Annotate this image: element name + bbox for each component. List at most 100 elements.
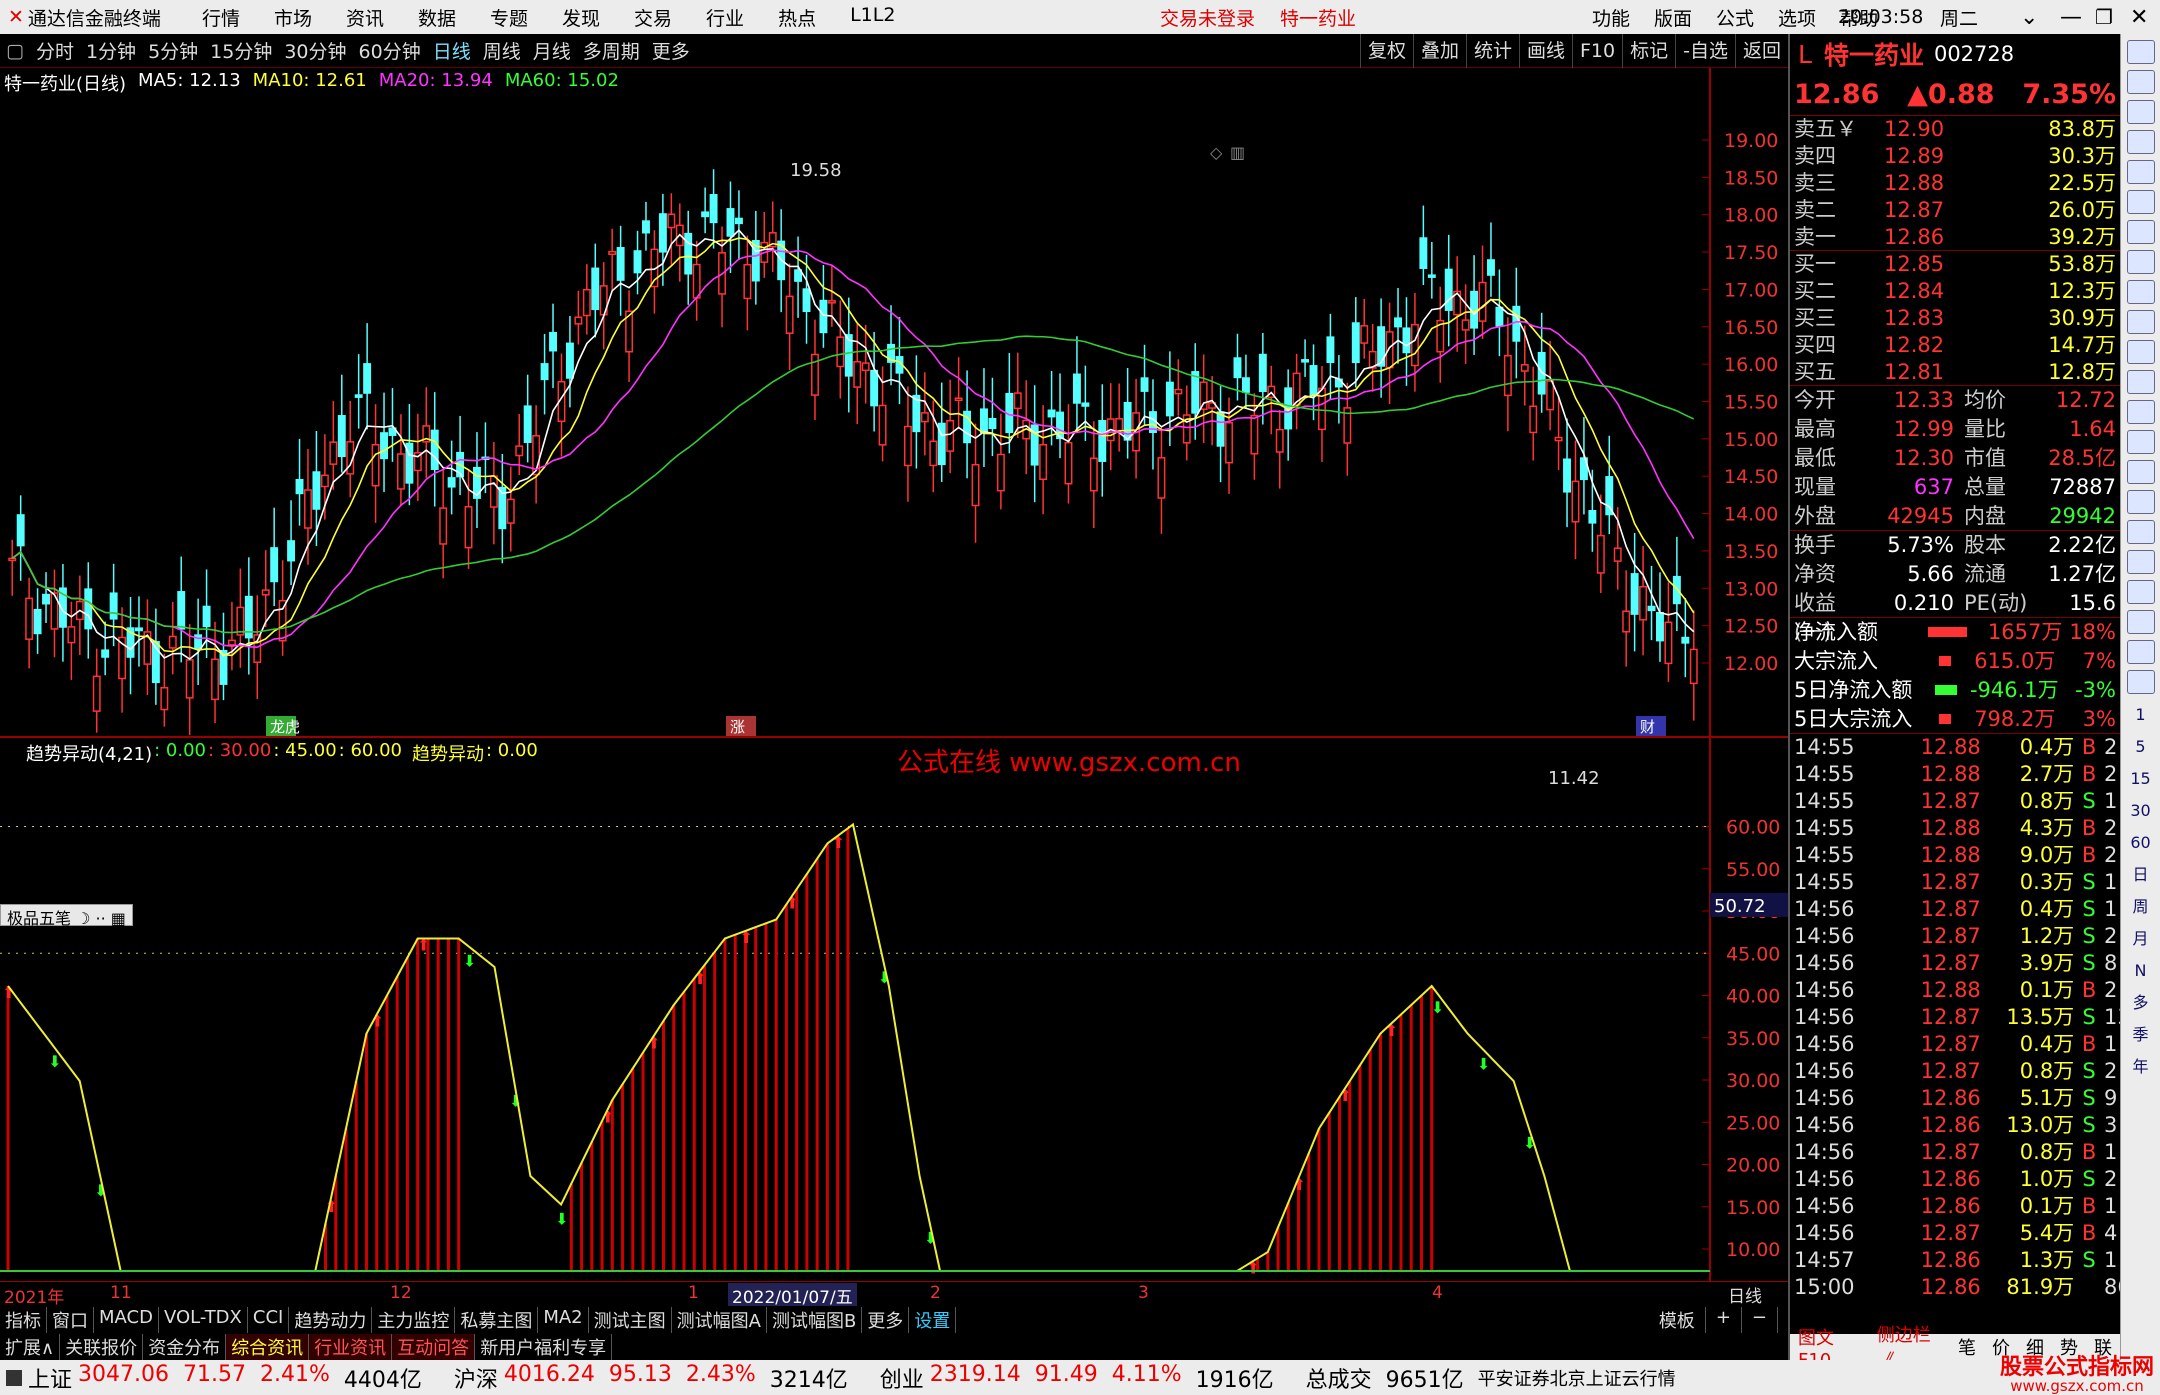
period-tab[interactable]: 30分钟	[278, 37, 352, 64]
clock-icon[interactable]	[2126, 430, 2155, 454]
collapse-icon[interactable]: ▢	[0, 40, 30, 62]
chart-tool-button[interactable]: 叠加	[1412, 33, 1466, 68]
indicator-tab[interactable]: VOL-TDX	[159, 1307, 248, 1333]
chart-tool-button[interactable]: 返回	[1734, 33, 1788, 68]
s-icon[interactable]	[2126, 520, 2155, 544]
ime-toolbar[interactable]: 极品五笔 ☽ ·· ▦	[0, 904, 133, 928]
menu-item[interactable]: 行情	[185, 4, 257, 31]
indicator-tab[interactable]: 测试主图	[589, 1307, 672, 1333]
index-group[interactable]: 创业 2319.14 91.49 4.11% 1916亿	[880, 1362, 1288, 1394]
period-shortcut-button[interactable]: 1	[2127, 700, 2155, 730]
period-tab[interactable]: 5分钟	[142, 37, 204, 64]
f10-icon[interactable]	[2126, 280, 2155, 304]
indicator-tab[interactable]: 指标	[0, 1307, 47, 1333]
info-tab[interactable]: 行业资讯	[309, 1334, 393, 1360]
menu-item[interactable]: L1L2	[833, 4, 912, 31]
period-shortcut-button[interactable]: 60	[2127, 828, 2155, 858]
menu-right-item[interactable]: 功能	[1580, 4, 1642, 31]
move-icon[interactable]	[2126, 550, 2155, 574]
list-icon[interactable]	[2126, 250, 2155, 274]
info-tab[interactable]: 综合资讯	[226, 1334, 310, 1360]
grid-icon[interactable]	[2126, 340, 2155, 364]
minimize-icon[interactable]: ⌄	[2020, 5, 2038, 30]
menu-right-item[interactable]: 版面	[1642, 4, 1704, 31]
period-tab[interactable]: 15分钟	[204, 37, 278, 64]
indicator-tab[interactable]: 测试幅图B	[767, 1307, 863, 1333]
period-tab[interactable]: 多周期	[577, 37, 646, 64]
zoom-icon[interactable]	[2126, 400, 2155, 424]
period-tab[interactable]: 更多	[646, 37, 696, 64]
period-shortcut-button[interactable]: 多	[2127, 988, 2155, 1018]
kline-chart[interactable]: 19.00 18.50 18.00 17.50 17.00 16.50 16.00 15.50…	[0, 68, 1788, 1282]
indicator-tab[interactable]: 趋势动力	[289, 1307, 373, 1333]
chart-tool-button[interactable]: 标记	[1622, 33, 1675, 68]
menu-icon[interactable]	[2126, 310, 2155, 334]
minimize-button[interactable]: —	[2060, 5, 2082, 30]
indicator-tab[interactable]: 设置	[909, 1307, 957, 1333]
menu-item[interactable]: 资讯	[329, 4, 401, 31]
chart-tool-button[interactable]: F10	[1572, 33, 1622, 68]
tab-right-button[interactable]: −	[1742, 1307, 1778, 1333]
arrow-down-icon[interactable]	[2126, 100, 2155, 124]
chart-tool-button[interactable]: -自选	[1675, 33, 1735, 68]
menu-item[interactable]: 市场	[257, 4, 329, 31]
info-tab[interactable]: 互动问答	[392, 1334, 476, 1360]
info-tab[interactable]: 资金分布	[143, 1334, 227, 1360]
menu-item[interactable]: 交易	[617, 4, 689, 31]
period-shortcut-button[interactable]: 年	[2127, 1052, 2155, 1082]
tab-right-button[interactable]: 模板	[1649, 1307, 1706, 1333]
bar-icon[interactable]	[2126, 220, 2155, 244]
period-tab[interactable]: 周线	[477, 37, 527, 64]
info-tab[interactable]: 扩展∧	[0, 1334, 61, 1360]
period-tab[interactable]: 1分钟	[80, 37, 142, 64]
indicator-tab[interactable]: CCI	[248, 1307, 290, 1333]
side-bottom-tab[interactable]: 笔	[1950, 1334, 1984, 1360]
menu-item[interactable]: 数据	[401, 4, 473, 31]
menu-right-item[interactable]: 选项	[1766, 4, 1828, 31]
period-shortcut-button[interactable]: N	[2127, 956, 2155, 986]
period-tab[interactable]: 分时	[30, 37, 80, 64]
period-shortcut-button[interactable]: 30	[2127, 796, 2155, 826]
pen-icon[interactable]	[2126, 580, 2155, 604]
menu-item[interactable]: 热点	[761, 4, 833, 31]
period-shortcut-button[interactable]: 季	[2127, 1020, 2155, 1050]
info-tab[interactable]: 关联报价	[60, 1334, 144, 1360]
doc-icon[interactable]	[2126, 130, 2155, 154]
fs2-icon[interactable]	[2126, 610, 2155, 634]
plot-icon[interactable]	[2126, 670, 2155, 694]
period-tab[interactable]: 60分钟	[353, 37, 427, 64]
arrow-up-icon[interactable]	[2126, 70, 2155, 94]
menu-item[interactable]: 行业	[689, 4, 761, 31]
chart-tool-button[interactable]: 复权	[1359, 33, 1413, 68]
tile-icon[interactable]	[2126, 640, 2155, 664]
indicator-tab[interactable]: 更多	[862, 1307, 910, 1333]
period-shortcut-button[interactable]: 5	[2127, 732, 2155, 762]
menu-right-item[interactable]: 公式	[1704, 4, 1766, 31]
period-shortcut-button[interactable]: 日	[2127, 860, 2155, 890]
tab-right-button[interactable]: +	[1706, 1307, 1742, 1333]
indicator-tab[interactable]: MA2	[538, 1307, 589, 1333]
period-shortcut-button[interactable]: 周	[2127, 892, 2155, 922]
indicator-tab[interactable]: 窗口	[47, 1307, 94, 1333]
globe-icon[interactable]	[2126, 460, 2155, 484]
index-group[interactable]: 沪深 4016.24 95.13 2.43% 3214亿	[454, 1362, 862, 1394]
info-tab[interactable]: 新用户福利专享	[475, 1334, 613, 1360]
indicator-tab[interactable]: MACD	[94, 1307, 159, 1333]
trade-status[interactable]: 交易未登录	[1160, 4, 1255, 31]
index-group[interactable]: 上证 3047.06 71.57 2.41% 4404亿	[28, 1362, 436, 1394]
arrow-left-icon[interactable]	[2126, 40, 2155, 64]
indicator-tab[interactable]: 主力监控	[372, 1307, 456, 1333]
rsi-icon[interactable]	[2126, 490, 2155, 514]
period-tab[interactable]: 日线	[427, 37, 477, 64]
chart-tool-button[interactable]: 画线	[1518, 33, 1572, 68]
period-tab[interactable]: 月线	[527, 37, 577, 64]
restore-button[interactable]: ❐	[2095, 5, 2113, 29]
close-button[interactable]: ✕	[2130, 5, 2148, 30]
chart-icon[interactable]	[2126, 190, 2155, 214]
period-shortcut-button[interactable]: 月	[2127, 924, 2155, 954]
chart-tool-button[interactable]: 统计	[1465, 33, 1519, 68]
indicator-tab[interactable]: 测试幅图A	[672, 1307, 767, 1333]
menu-item[interactable]: 专题	[473, 4, 545, 31]
menu-item[interactable]: 发现	[545, 4, 617, 31]
period-shortcut-button[interactable]: 15	[2127, 764, 2155, 794]
